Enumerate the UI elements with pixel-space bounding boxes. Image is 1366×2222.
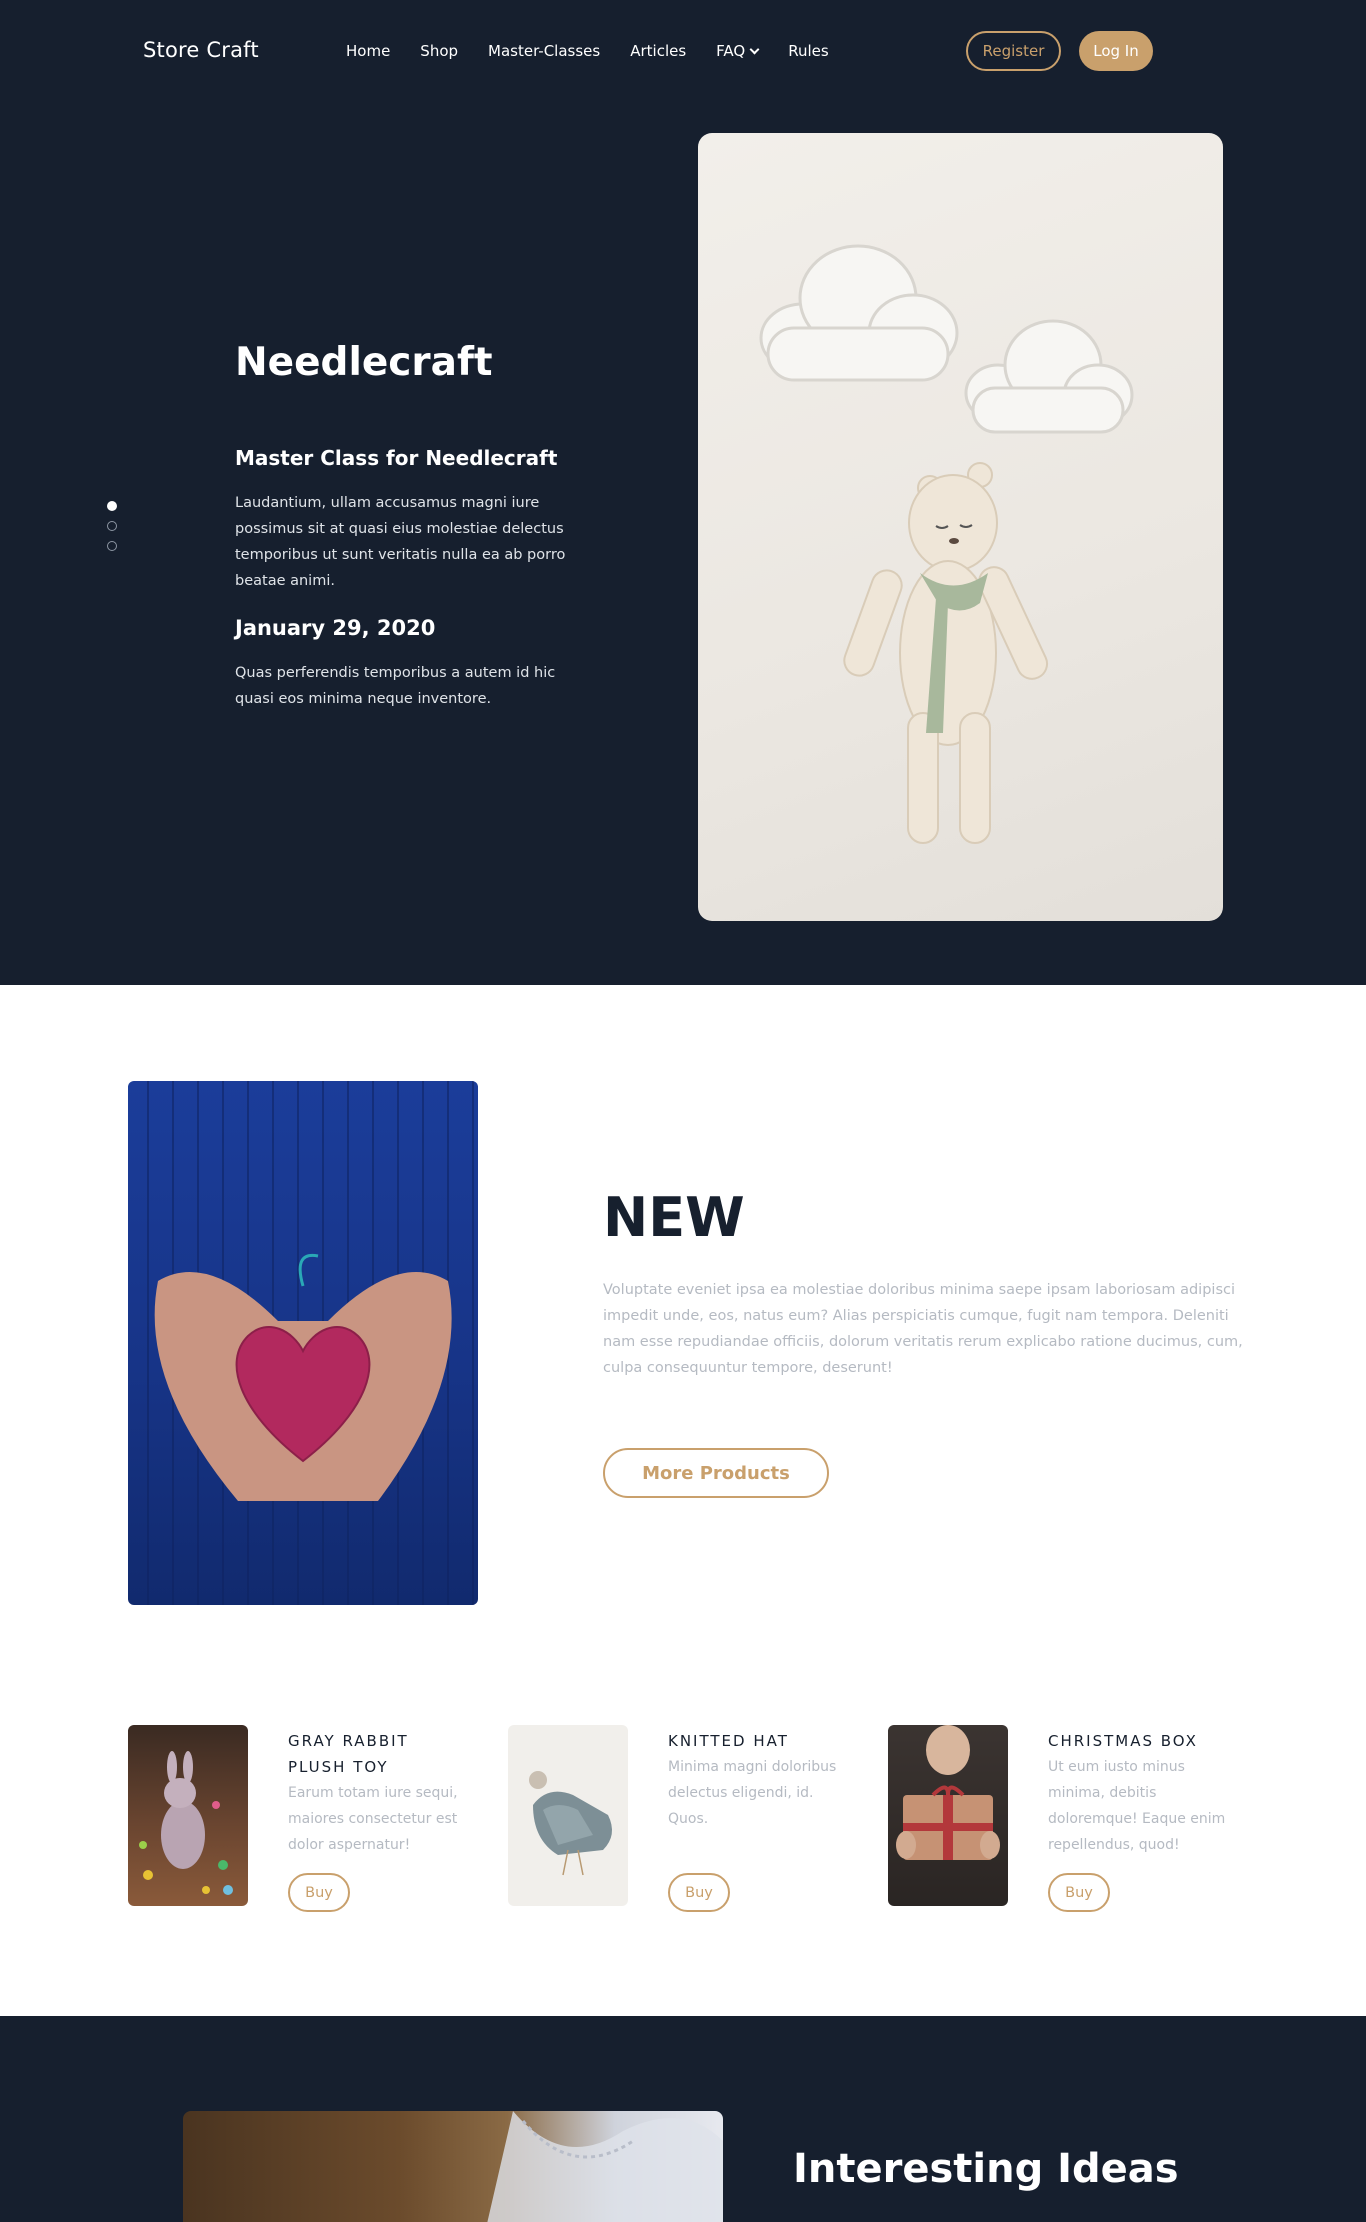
gift-box-illustration (896, 1725, 1000, 1860)
nav-rules[interactable]: Rules (788, 42, 828, 60)
hero-date: January 29, 2020 (235, 616, 436, 640)
new-section-description: Voluptate eveniet ipsa ea molestiae dolo… (603, 1282, 1243, 1376)
nav-articles[interactable]: Articles (630, 42, 686, 60)
login-button[interactable]: Log In (1079, 31, 1153, 71)
product-image-christmas-box[interactable] (888, 1725, 1008, 1906)
ideas-title: Interesting Ideas (793, 2146, 1179, 2192)
register-button[interactable]: Register (966, 31, 1061, 71)
product-name[interactable]: GRAY RABBIT PLUSH TOY (288, 1728, 458, 1780)
nav-faq-label: FAQ (716, 42, 746, 60)
crochet-bear-illustration (759, 244, 1134, 844)
new-section-image (128, 1081, 478, 1605)
product-description: Minima magni doloribus delectus eligendi… (668, 1759, 837, 1827)
hero-section: Store Craft Home Shop Master-Classes Art… (0, 0, 1366, 985)
product-image-rabbit[interactable] (128, 1725, 248, 1906)
slider-pagination (107, 501, 117, 551)
knit-heart-illustration (147, 1081, 474, 1605)
product-description: Ut eum iusto minus minima, debitis dolor… (1048, 1759, 1226, 1853)
brand-logo[interactable]: Store Craft (143, 38, 259, 62)
main-nav: Home Shop Master-Classes Articles FAQ Ru… (346, 42, 829, 60)
product-name[interactable]: CHRISTMAS BOX (1048, 1728, 1218, 1754)
slider-dot-1[interactable] (107, 501, 117, 511)
hero-note: Quas perferendis temporibus a autem id h… (235, 665, 556, 707)
new-section-title: NEW (603, 1186, 745, 1249)
nav-home[interactable]: Home (346, 42, 390, 60)
ideas-section: Interesting Ideas (0, 2016, 1366, 2222)
nav-faq[interactable]: FAQ (716, 42, 760, 60)
product-name[interactable]: KNITTED HAT (668, 1728, 838, 1754)
buy-button[interactable]: Buy (1048, 1873, 1110, 1912)
slider-dot-2[interactable] (107, 521, 117, 531)
product-card-hat: KNITTED HAT Minima magni doloribus delec… (508, 1725, 848, 1915)
buy-button[interactable]: Buy (288, 1873, 350, 1912)
more-products-button[interactable]: More Products (603, 1448, 829, 1498)
nav-master-classes[interactable]: Master-Classes (488, 42, 600, 60)
knitted-hat-illustration (529, 1771, 612, 1876)
slider-dot-3[interactable] (107, 541, 117, 551)
hero-description: Laudantium, ullam accusamus magni iure p… (235, 495, 566, 589)
product-card-rabbit: GRAY RABBIT PLUSH TOY Earum totam iure s… (128, 1725, 468, 1915)
buy-button[interactable]: Buy (668, 1873, 730, 1912)
hero-image (698, 133, 1223, 921)
hero-title: Needlecraft (235, 340, 493, 385)
hero-subtitle: Master Class for Needlecraft (235, 446, 558, 470)
product-card-christmas-box: CHRISTMAS BOX Ut eum iusto minus minima,… (888, 1725, 1228, 1915)
lace-wood-illustration (487, 2111, 723, 2222)
rabbit-toy-illustration (139, 1751, 233, 1895)
product-description: Earum totam iure sequi, maiores consecte… (288, 1785, 458, 1853)
nav-shop[interactable]: Shop (420, 42, 458, 60)
chevron-down-icon (749, 44, 760, 54)
product-image-hat[interactable] (508, 1725, 628, 1906)
ideas-image (183, 2111, 723, 2222)
